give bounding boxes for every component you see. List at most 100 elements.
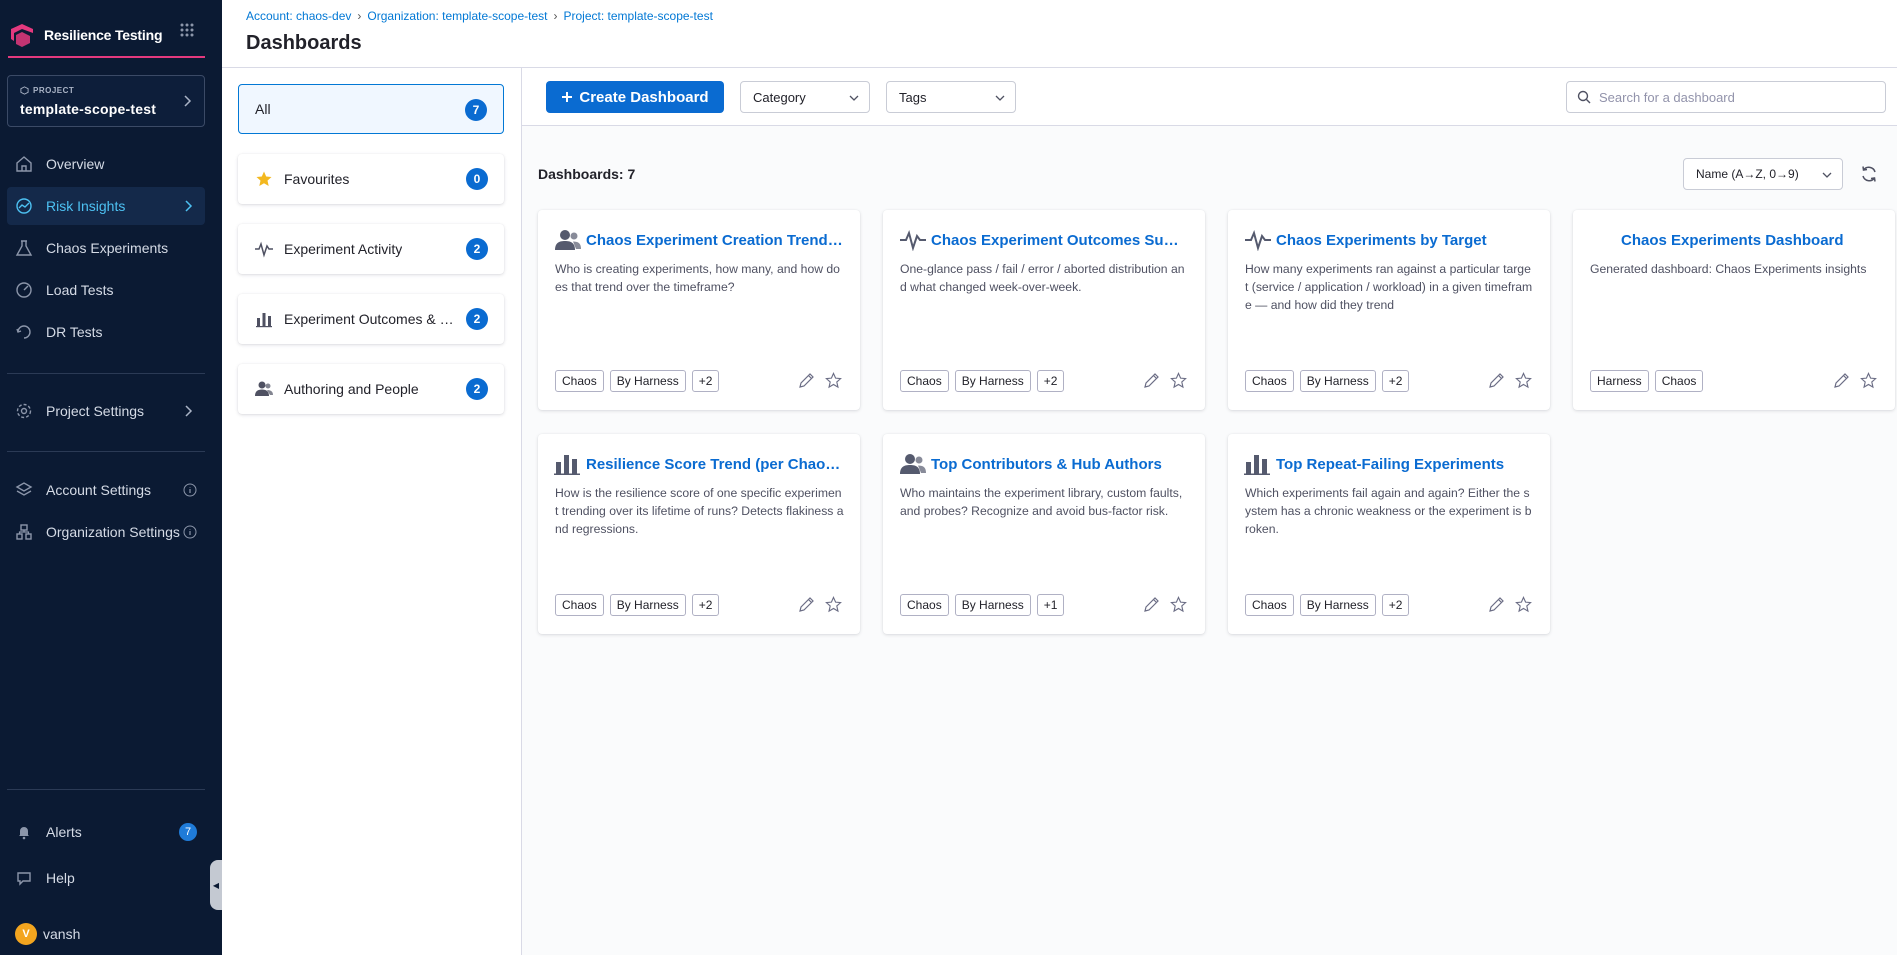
dashboard-card[interactable]: Top Contributors & Hub Authors Who maint… — [883, 434, 1205, 634]
tag-more[interactable]: +2 — [1381, 594, 1410, 616]
edit-pencil-icon[interactable] — [1488, 372, 1505, 389]
tag: By Harness — [954, 370, 1031, 392]
filter-authoring-and-people[interactable]: Authoring and People 2 — [238, 364, 504, 414]
gauge-icon — [14, 280, 34, 300]
sidebar: Resilience Testing PROJECT template-scop… — [0, 0, 222, 955]
filter-all[interactable]: All 7 — [238, 84, 504, 134]
dashboard-description: How many experiments ran against a parti… — [1245, 262, 1533, 312]
user-profile[interactable]: V vansh — [7, 915, 205, 953]
info-icon[interactable] — [183, 483, 197, 497]
alerts-count-badge: 7 — [179, 823, 197, 841]
project-label: PROJECT — [20, 86, 74, 95]
favourite-star-icon[interactable] — [1515, 596, 1532, 613]
edit-pencil-icon[interactable] — [798, 596, 815, 613]
nav-organization-settings[interactable]: Organization Settings — [7, 513, 205, 551]
tag-list: Chaos By Harness +2 — [1245, 594, 1410, 616]
tag-more[interactable]: +2 — [1381, 370, 1410, 392]
nav-help[interactable]: Help — [7, 859, 205, 897]
sort-dropdown[interactable]: Name (A→Z, 0→9) — [1683, 158, 1843, 190]
info-icon[interactable] — [183, 525, 197, 539]
edit-pencil-icon[interactable] — [1833, 372, 1850, 389]
count-badge: 7 — [465, 99, 487, 121]
nav-project-settings[interactable]: Project Settings — [7, 392, 205, 430]
dashboard-title-link[interactable]: Chaos Experiment Outcomes Summary — [931, 232, 1189, 249]
dashboard-title-link[interactable]: Resilience Score Trend (per Chaos Experi… — [586, 456, 844, 473]
nav-overview[interactable]: Overview — [7, 145, 205, 183]
nav-load-tests[interactable]: Load Tests — [7, 271, 205, 309]
dashboard-description: How is the resilience score of one speci… — [555, 486, 844, 536]
nav-account-settings[interactable]: Account Settings — [7, 471, 205, 509]
edit-pencil-icon[interactable] — [1488, 596, 1505, 613]
favourite-star-icon[interactable] — [1170, 372, 1187, 389]
dashboard-title-link[interactable]: Chaos Experiments Dashboard — [1621, 232, 1844, 249]
dashboard-card[interactable]: Chaos Experiment Creation Trend by Autho… — [538, 210, 860, 410]
tag: By Harness — [954, 594, 1031, 616]
nav-chaos-experiments[interactable]: Chaos Experiments — [7, 229, 205, 267]
nav-risk-insights[interactable]: Risk Insights — [7, 187, 205, 225]
nav-dr-tests[interactable]: DR Tests — [7, 313, 205, 351]
breadcrumb-organization[interactable]: Organization: template-scope-test — [367, 9, 547, 23]
dashboard-description: Generated dashboard: Chaos Experiments i… — [1590, 262, 1867, 276]
dashboard-card[interactable]: Chaos Experiments by Target How many exp… — [1228, 210, 1550, 410]
create-dashboard-button[interactable]: Create Dashboard — [546, 81, 724, 113]
count-badge: 2 — [466, 308, 488, 330]
favourite-star-icon[interactable] — [1515, 372, 1532, 389]
breadcrumb-account[interactable]: Account: chaos-dev — [246, 9, 351, 23]
search-input[interactable] — [1599, 89, 1869, 105]
tag: Chaos — [1654, 370, 1704, 392]
chevron-down-icon — [1822, 171, 1832, 179]
filter-favourites[interactable]: Favourites 0 — [238, 154, 504, 204]
dashboard-description: Who is creating experiments, how many, a… — [555, 262, 840, 294]
project-selector[interactable]: PROJECT template-scope-test — [7, 75, 205, 127]
favourite-star-icon[interactable] — [825, 596, 842, 613]
chevron-down-icon — [849, 94, 859, 102]
harness-logo-icon — [8, 21, 36, 49]
dashboard-description: Who maintains the experiment library, cu… — [900, 486, 1183, 518]
dashboard-title-link[interactable]: Chaos Experiments by Target — [1276, 232, 1487, 249]
tag: Chaos — [1245, 594, 1294, 616]
tag: By Harness — [609, 594, 686, 616]
favourite-star-icon[interactable] — [1170, 596, 1187, 613]
edit-pencil-icon[interactable] — [798, 372, 815, 389]
count-badge: 2 — [466, 378, 488, 400]
refresh-icon[interactable] — [1859, 164, 1879, 184]
chevron-right-icon — [183, 199, 193, 213]
category-dropdown[interactable]: Category — [740, 81, 870, 113]
breadcrumb-project[interactable]: Project: template-scope-test — [564, 9, 713, 23]
people-icon — [254, 379, 274, 399]
people-icon — [899, 452, 929, 476]
tags-dropdown[interactable]: Tags — [886, 81, 1016, 113]
breadcrumb: Account: chaos-dev › Organization: templ… — [246, 9, 713, 23]
edit-pencil-icon[interactable] — [1143, 372, 1160, 389]
dashboard-title-link[interactable]: Top Repeat-Failing Experiments — [1276, 456, 1504, 473]
tag-more[interactable]: +2 — [1036, 370, 1065, 392]
dashboard-card[interactable]: Top Repeat-Failing Experiments Which exp… — [1228, 434, 1550, 634]
dashboard-title-link[interactable]: Chaos Experiment Creation Trend by Autho… — [586, 232, 844, 249]
dashboard-card[interactable]: Chaos Experiments Dashboard Generated da… — [1573, 210, 1895, 410]
breadcrumb-separator-icon: › — [357, 9, 362, 23]
filter-experiment-outcomes[interactable]: Experiment Outcomes & Scoring 2 — [238, 294, 504, 344]
tag-more[interactable]: +2 — [691, 370, 720, 392]
toolbar: Create Dashboard Category Tags — [522, 68, 1897, 126]
brand[interactable]: Resilience Testing — [8, 14, 205, 58]
filter-experiment-activity[interactable]: Experiment Activity 2 — [238, 224, 504, 274]
breadcrumb-separator-icon: › — [553, 9, 558, 23]
tag-list: Chaos By Harness +2 — [1245, 370, 1410, 392]
divider — [7, 451, 205, 452]
tag: Chaos — [900, 594, 949, 616]
favourite-star-icon[interactable] — [1860, 372, 1877, 389]
count-badge: 2 — [466, 238, 488, 260]
dashboard-card[interactable]: Chaos Experiment Outcomes Summary One-gl… — [883, 210, 1205, 410]
favourite-star-icon[interactable] — [825, 372, 842, 389]
tag-more[interactable]: +2 — [691, 594, 720, 616]
bar-chart-icon — [554, 452, 584, 476]
search-box[interactable] — [1566, 81, 1886, 113]
edit-pencil-icon[interactable] — [1143, 596, 1160, 613]
tag-more[interactable]: +1 — [1036, 594, 1065, 616]
dashboard-card[interactable]: Resilience Score Trend (per Chaos Experi… — [538, 434, 860, 634]
nav-alerts[interactable]: Alerts 7 — [7, 813, 205, 851]
dashboard-title-link[interactable]: Top Contributors & Hub Authors — [931, 456, 1162, 473]
recovery-icon — [14, 322, 34, 342]
app-launcher-icon[interactable] — [179, 22, 195, 38]
sidebar-collapse-handle[interactable]: ◀ — [210, 860, 222, 910]
